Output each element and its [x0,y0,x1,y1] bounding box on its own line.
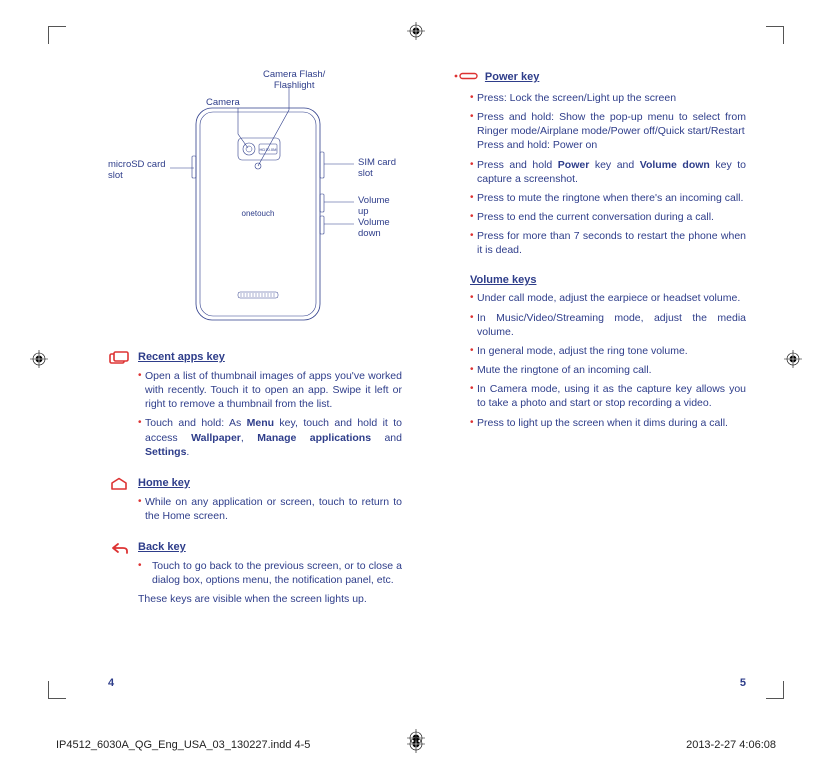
phone-body-icon: HD10.0M onetouch [180,94,336,334]
volume-bullet-4: Mute the ringtone of an incoming call. [470,363,746,377]
back-bullet-1: Touch to go back to the previous screen,… [138,559,402,587]
phone-brand-label: onetouch [242,209,275,218]
home-icon [108,476,130,528]
text: . [186,446,189,458]
sensor-label: HD10.0M [260,147,277,152]
text-bold: Wallpaper [191,432,241,444]
volume-bullet-2: In Music/Video/Streaming mode, adjust th… [470,311,746,339]
callout-volume-down: Volume down [358,218,402,240]
text: key and [589,159,639,171]
crop-mark-bl [48,681,66,699]
power-bullet-1: Press: Lock the screen/Light up the scre… [470,91,746,105]
back-icon [108,540,130,606]
registration-mark-right [784,350,802,368]
power-key-section: Power key [452,70,746,85]
recent-apps-icon [108,350,130,464]
power-bullet-4: Press to mute the ringtone when there's … [470,191,746,205]
back-closing-text: These keys are visible when the screen l… [138,592,402,606]
back-key-section: Back key Touch to go back to the previou… [108,540,402,606]
registration-mark-left [30,350,48,368]
text: and [371,432,402,444]
registration-mark-top [407,22,425,40]
volume-bullet-6: Press to light up the screen when it dim… [470,416,746,430]
text-bold: Menu [247,417,274,429]
crop-mark-tl [48,26,66,44]
text: Touch and hold: As [145,417,247,429]
volume-bullet-3: In general mode, adjust the ring tone vo… [470,344,746,358]
text-bold: Power [558,159,590,171]
right-column: Power key Press: Lock the screen/Light u… [452,70,746,663]
footer-registration-icon [407,735,425,756]
text-bold: Settings [145,446,186,458]
home-bullet-1: While on any application or screen, touc… [138,495,402,523]
power-bullet-5: Press to end the current conversation du… [470,210,746,224]
volume-bullet-1: Under call mode, adjust the earpiece or … [470,291,746,305]
page-number-left: 4 [108,677,114,689]
back-key-title: Back key [138,540,402,555]
phone-diagram: HD10.0M onetouch [108,70,402,336]
power-bullet-3: Press and hold Power key and Volume down… [470,158,746,186]
callout-volume-up: Volume up [358,196,402,218]
power-button-icon [452,70,478,84]
footer-filename: IP4512_6030A_QG_Eng_USA_03_130227.indd 4… [56,739,310,751]
home-key-section: Home key While on any application or scr… [108,476,402,528]
text: , [241,432,257,444]
left-column: HD10.0M onetouch [108,70,402,663]
recent-apps-section: Recent apps key Open a list of thumbnail… [108,350,402,464]
text-bold: Manage applications [257,432,371,444]
page-number-right: 5 [740,677,746,689]
callout-camera: Camera [206,98,240,109]
power-bullet-2: Press and hold: Show the pop-up menu to … [470,110,746,153]
crop-mark-br [766,681,784,699]
volume-keys-title: Volume keys [452,273,746,288]
crop-mark-tr [766,26,784,44]
recent-apps-title: Recent apps key [138,350,402,365]
callout-microsd: microSD card slot [108,160,166,182]
home-key-title: Home key [138,476,402,491]
power-key-title: Power key [485,71,539,83]
footer-timestamp: 2013-2-27 4:06:08 [686,739,776,751]
callout-camera-flash: Camera Flash/ Flashlight [263,70,325,92]
text: Press and hold [477,159,558,171]
recent-bullet-2: Touch and hold: As Menu key, touch and h… [138,416,402,459]
text-bold: Volume down [640,159,710,171]
power-bullet-6: Press for more than 7 seconds to restart… [470,229,746,257]
recent-bullet-1: Open a list of thumbnail images of apps … [138,369,402,412]
text: Press and hold: Power on [477,138,746,152]
volume-bullet-5: In Camera mode, using it as the capture … [470,382,746,410]
text: Press and hold: Show the pop-up menu to … [477,110,746,138]
callout-sim: SIM card slot [358,158,402,180]
